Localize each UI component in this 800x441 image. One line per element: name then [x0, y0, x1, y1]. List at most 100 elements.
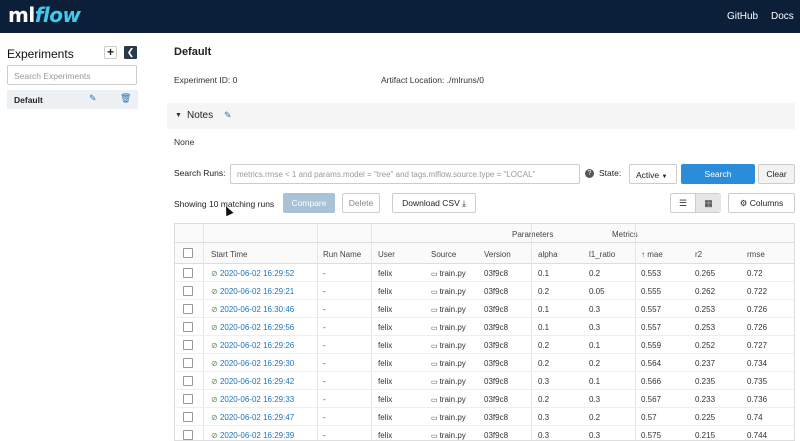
user-cell: felix — [378, 341, 392, 350]
start-time-cell[interactable]: ⊘ 2020-06-02 16:29:56 — [211, 323, 294, 332]
row-checkbox[interactable] — [183, 304, 193, 314]
table-row[interactable]: ⊘ 2020-06-02 16:29:42 - felix ▭ train.py 03f… — [175, 372, 794, 390]
row-checkbox[interactable] — [183, 358, 193, 368]
start-time-cell-text[interactable]: 2020-06-02 16:29:42 — [220, 377, 294, 386]
list-view-button[interactable]: ☰ — [671, 194, 696, 212]
start-time-cell[interactable]: ⊘ 2020-06-02 16:29:52 — [211, 269, 294, 278]
column-start-time[interactable]: Start Time — [211, 250, 247, 259]
start-time-cell-text[interactable]: 2020-06-02 16:29:52 — [220, 269, 294, 278]
column-l1-ratio[interactable]: l1_ratio — [589, 250, 615, 259]
docs-link[interactable]: Docs — [771, 11, 794, 22]
l1-ratio-cell: 0.2 — [589, 413, 600, 422]
download-csv-button[interactable]: Download CSV ⤓ — [392, 193, 476, 213]
start-time-cell-text[interactable]: 2020-06-02 16:29:56 — [220, 323, 294, 332]
notes-section-header[interactable]: ▼ Notes ✎ — [167, 103, 795, 129]
run-status-icon: ⊘ — [211, 377, 220, 386]
start-time-cell-text[interactable]: 2020-06-02 16:29:21 — [220, 287, 294, 296]
laptop-icon: ▭ — [431, 271, 440, 278]
start-time-cell[interactable]: ⊘ 2020-06-02 16:29:33 — [211, 395, 294, 404]
compare-button[interactable]: Compare — [283, 193, 335, 213]
start-time-cell-text[interactable]: 2020-06-02 16:29:26 — [220, 341, 294, 350]
columns-button[interactable]: ⚙ Columns — [728, 193, 795, 213]
row-checkbox[interactable] — [183, 286, 193, 296]
mae-cell-text: 0.559 — [641, 341, 662, 350]
r2-cell-text: 0.262 — [695, 287, 716, 296]
column-rmse[interactable]: rmse — [747, 250, 765, 259]
table-row[interactable]: ⊘ 2020-06-02 16:30:46 - felix ▭ train.py 03f… — [175, 300, 794, 318]
source-cell-text: train.py — [439, 431, 466, 440]
r2-cell: 0.235 — [695, 377, 715, 386]
select-all-checkbox[interactable] — [183, 248, 193, 258]
alpha-cell-text: 0.1 — [538, 323, 550, 332]
start-time-cell[interactable]: ⊘ 2020-06-02 16:29:21 — [211, 287, 294, 296]
sidebar-item-default[interactable]: Default ✎ 🗑 — [7, 90, 138, 109]
r2-cell-text: 0.252 — [695, 341, 716, 350]
table-row[interactable]: ⊘ 2020-06-02 16:29:26 - felix ▭ train.py 03f… — [175, 336, 794, 354]
row-checkbox[interactable] — [183, 430, 193, 440]
trash-icon[interactable]: 🗑 — [120, 93, 131, 104]
table-row[interactable]: ⊘ 2020-06-02 16:29:39 - felix ▭ train.py 03f… — [175, 426, 794, 440]
r2-cell: 0.265 — [695, 269, 715, 278]
row-checkbox[interactable] — [183, 376, 193, 386]
source-cell: ▭ train.py — [431, 359, 466, 368]
column-run-name[interactable]: Run Name — [323, 250, 361, 259]
row-checkbox[interactable] — [183, 268, 193, 278]
start-time-cell-text[interactable]: 2020-06-02 16:29:47 — [220, 413, 294, 422]
table-row[interactable]: ⊘ 2020-06-02 16:29:33 - felix ▭ train.py 03f… — [175, 390, 794, 408]
mae-cell-text: 0.575 — [641, 431, 662, 440]
alpha-cell: 0.1 — [538, 305, 549, 314]
rmse-cell: 0.727 — [747, 341, 767, 350]
start-time-cell-text[interactable]: 2020-06-02 16:30:46 — [220, 305, 294, 314]
row-checkbox[interactable] — [183, 394, 193, 404]
table-row[interactable]: ⊘ 2020-06-02 16:29:30 - felix ▭ train.py 03f… — [175, 354, 794, 372]
start-time-cell[interactable]: ⊘ 2020-06-02 16:30:46 — [211, 305, 294, 314]
column-user[interactable]: User — [378, 250, 395, 259]
start-time-cell-text[interactable]: 2020-06-02 16:29:30 — [220, 359, 294, 368]
collapse-sidebar-button[interactable]: ❮ — [124, 46, 137, 59]
start-time-cell[interactable]: ⊘ 2020-06-02 16:29:26 — [211, 341, 294, 350]
start-time-cell[interactable]: ⊘ 2020-06-02 16:29:42 — [211, 377, 294, 386]
state-dropdown[interactable]: Active ▼ — [629, 164, 677, 184]
table-row[interactable]: ⊘ 2020-06-02 16:29:52 - felix ▭ train.py 03f… — [175, 264, 794, 282]
pencil-icon[interactable]: ✎ — [89, 93, 97, 104]
column-version[interactable]: Version — [484, 250, 511, 259]
l1-ratio-cell-text: 0.3 — [589, 431, 601, 440]
edit-notes-icon[interactable]: ✎ — [224, 110, 232, 121]
github-link[interactable]: GitHub — [727, 11, 758, 22]
run-name-cell-text: - — [323, 395, 326, 404]
table-row[interactable]: ⊘ 2020-06-02 16:29:21 - felix ▭ train.py 03f… — [175, 282, 794, 300]
delete-button[interactable]: Delete — [342, 193, 380, 213]
column-r2[interactable]: r2 — [695, 250, 702, 259]
table-view-button[interactable]: ▦ — [696, 194, 721, 212]
search-experiments-input[interactable]: Search Experiments — [7, 65, 137, 85]
source-cell: ▭ train.py — [431, 395, 466, 404]
column-mae[interactable]: ↑ mae — [641, 250, 663, 259]
start-time-cell[interactable]: ⊘ 2020-06-02 16:29:47 — [211, 413, 294, 422]
start-time-cell-text[interactable]: 2020-06-02 16:29:33 — [220, 395, 294, 404]
rmse-cell: 0.722 — [747, 287, 767, 296]
source-cell-text: train.py — [439, 395, 466, 404]
table-row[interactable]: ⊘ 2020-06-02 16:29:47 - felix ▭ train.py 03f… — [175, 408, 794, 426]
user-cell-text: felix — [378, 305, 393, 314]
user-cell: felix — [378, 359, 392, 368]
laptop-icon: ▭ — [431, 433, 440, 440]
start-time-cell-text[interactable]: 2020-06-02 16:29:39 — [220, 431, 294, 440]
help-icon[interactable]: ? — [585, 169, 594, 178]
search-runs-input[interactable]: metrics.rmse < 1 and params.model = "tre… — [230, 164, 580, 184]
add-experiment-button[interactable]: + — [104, 46, 117, 59]
column-alpha[interactable]: alpha — [538, 250, 558, 259]
column-source[interactable]: Source — [431, 250, 456, 259]
start-time-cell[interactable]: ⊘ 2020-06-02 16:29:30 — [211, 359, 294, 368]
table-row[interactable]: ⊘ 2020-06-02 16:29:56 - felix ▭ train.py 03f… — [175, 318, 794, 336]
mlflow-logo[interactable]: mlflow — [8, 3, 81, 27]
row-checkbox[interactable] — [183, 322, 193, 332]
start-time-cell[interactable]: ⊘ 2020-06-02 16:29:39 — [211, 431, 294, 440]
row-checkbox[interactable] — [183, 340, 193, 350]
r2-cell-text: 0.253 — [695, 323, 716, 332]
source-cell: ▭ train.py — [431, 323, 466, 332]
run-name-cell-text: - — [323, 359, 326, 368]
clear-button[interactable]: Clear — [758, 164, 795, 184]
r2-cell: 0.253 — [695, 323, 715, 332]
row-checkbox[interactable] — [183, 412, 193, 422]
search-button[interactable]: Search — [681, 164, 755, 184]
